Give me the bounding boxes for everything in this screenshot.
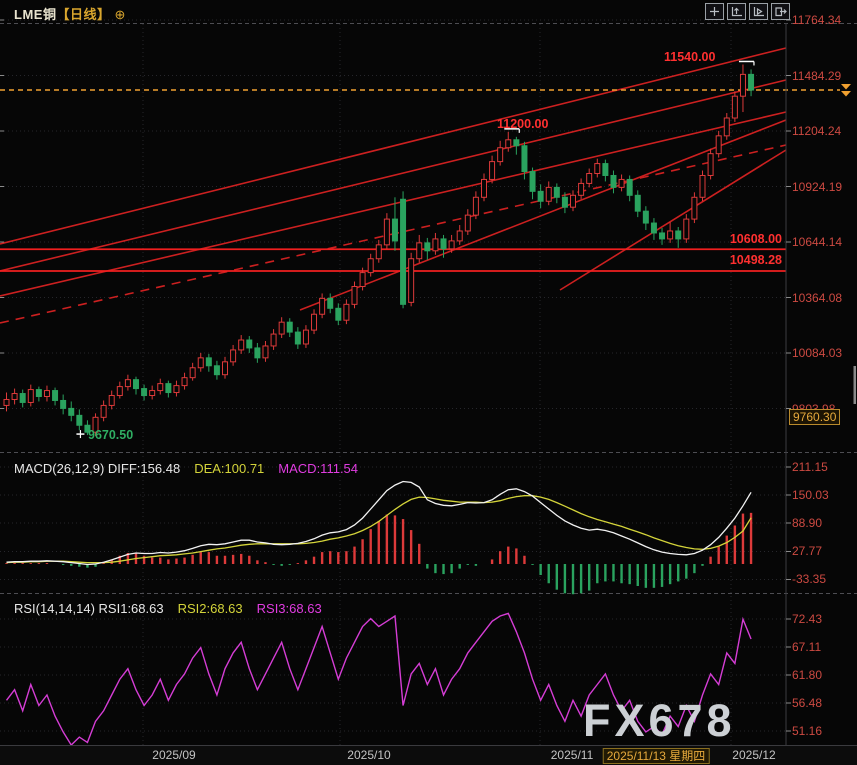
macd-pane xyxy=(7,482,752,595)
price-arrow-marker xyxy=(841,84,851,97)
rsi2-label: RSI2:68.63 xyxy=(178,601,243,616)
x-axis-label: 2025/12 xyxy=(732,748,775,762)
scrollbar-thumb[interactable] xyxy=(854,366,857,404)
rsi-header: RSI(14,14,14) RSI1:68.63 RSI2:68.63 RSI3:6… xyxy=(14,601,322,616)
price-axis xyxy=(0,20,791,745)
crosshair-move-icon[interactable] xyxy=(705,3,724,20)
play-axis-icon[interactable] xyxy=(749,3,768,20)
chart-canvas[interactable] xyxy=(0,0,857,764)
rsi3-label: RSI3:68.63 xyxy=(257,601,322,616)
title-bar: LME铜【日线】 ⊕ xyxy=(0,0,857,23)
trend-lines xyxy=(0,48,786,323)
chart-toolbar xyxy=(705,3,790,20)
macd-dea-label: DEA:100.71 xyxy=(194,461,264,476)
x-axis-label: 2025/10 xyxy=(347,748,390,762)
x-axis-bar: 2025/09 2025/10 2025/11 2025/11/13 星期四 2025/… xyxy=(0,745,857,765)
period-label: 【日线】 xyxy=(56,7,110,22)
rsi-params-label: RSI(14,14,14) RSI1:68.63 xyxy=(14,601,164,616)
expand-icon[interactable]: ⊕ xyxy=(114,7,125,22)
instrument-title: LME铜【日线】 ⊕ xyxy=(14,4,126,23)
watermark: FX678 xyxy=(583,695,736,747)
zoom-axis-up-icon[interactable] xyxy=(727,3,746,20)
x-axis-selected-date: 2025/11/13 星期四 xyxy=(603,748,710,764)
macd-params-label: MACD(26,12,9) DIFF:156.48 xyxy=(14,461,180,476)
macd-header: MACD(26,12,9) DIFF:156.48 DEA:100.71 MACD:… xyxy=(14,461,358,476)
chart-window: LME铜【日线】 ⊕ MACD(26,12,9) DIFF:156.48 DEA:1… xyxy=(0,0,857,764)
x-axis-label: 2025/11 xyxy=(551,748,594,762)
macd-value-label: MACD:111.54 xyxy=(278,461,358,476)
candlestick-series xyxy=(4,64,754,436)
symbol-name: LME铜 xyxy=(14,7,56,22)
x-axis-label: 2025/09 xyxy=(152,748,195,762)
pan-right-icon[interactable] xyxy=(771,3,790,20)
